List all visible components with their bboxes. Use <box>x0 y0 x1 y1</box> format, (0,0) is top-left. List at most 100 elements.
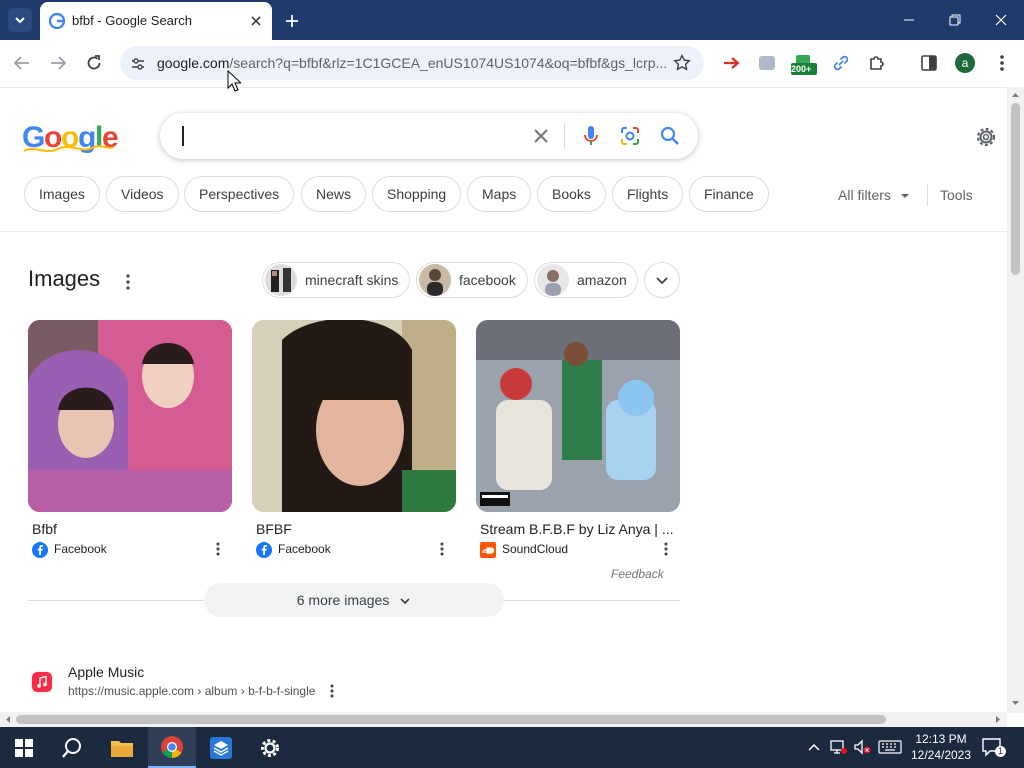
image-result-3-menu-icon[interactable] <box>658 541 674 557</box>
extension-arrow-icon[interactable] <box>722 54 742 72</box>
site-info-icon[interactable] <box>130 56 146 72</box>
side-panel-icon[interactable] <box>920 54 938 72</box>
settings-gear-icon[interactable] <box>974 125 998 149</box>
scroll-right-arrow-icon[interactable] <box>994 715 1002 724</box>
close-window-button[interactable] <box>978 0 1024 40</box>
image-result-1-title[interactable]: Bfbf <box>32 521 232 537</box>
new-tab-icon[interactable] <box>283 12 301 30</box>
app-taskbar-button[interactable] <box>197 727 245 768</box>
back-arrow-icon[interactable] <box>13 54 31 72</box>
scroll-left-arrow-icon[interactable] <box>4 715 12 724</box>
filter-chip-shopping[interactable]: Shopping <box>372 176 462 212</box>
filter-chip-perspectives[interactable]: Perspectives <box>184 176 295 212</box>
tab-bar: bfbf - Google Search <box>0 0 1024 40</box>
image-result-2-title[interactable]: BFBF <box>256 521 456 537</box>
feedback-link[interactable]: Feedback <box>611 567 664 581</box>
keyboard-icon[interactable] <box>878 740 902 754</box>
restore-icon <box>949 14 961 26</box>
filter-chip-finance[interactable]: Finance <box>689 176 769 212</box>
result-site-name[interactable]: Apple Music <box>68 664 144 680</box>
url-text[interactable]: google.com/search?q=bfbf&rlz=1C1GCEA_enU… <box>157 55 667 71</box>
network-icon[interactable] <box>830 739 848 755</box>
tab-active[interactable]: bfbf - Google Search <box>40 2 272 40</box>
image-result-2-menu-icon[interactable] <box>434 541 450 557</box>
restore-button[interactable] <box>932 0 978 40</box>
tools-button[interactable]: Tools <box>940 187 973 203</box>
expand-suggestions-button[interactable] <box>644 262 680 298</box>
suggestion-chip-facebook[interactable]: facebook <box>416 262 528 298</box>
result-cite-url[interactable]: https://music.apple.com › album › b-f-b-… <box>68 684 315 698</box>
chevron-down-icon <box>400 598 410 605</box>
person-thumbnail-icon <box>545 270 561 296</box>
vertical-scrollbar[interactable] <box>1007 87 1024 713</box>
scroll-up-arrow-icon[interactable] <box>1011 91 1020 99</box>
filter-chip-flights[interactable]: Flights <box>612 176 684 212</box>
taskbar-search-button[interactable] <box>48 727 96 768</box>
extension-dark-icon[interactable] <box>756 53 778 73</box>
address-bar[interactable]: google.com/search?q=bfbf&rlz=1C1GCEA_enU… <box>120 46 704 80</box>
navigation-bar: google.com/search?q=bfbf&rlz=1C1GCEA_enU… <box>0 40 1024 88</box>
tab-title: bfbf - Google Search <box>72 13 192 28</box>
clear-search-icon[interactable] <box>532 127 550 145</box>
filter-chip-maps[interactable]: Maps <box>467 176 532 212</box>
file-explorer-button[interactable] <box>98 727 146 768</box>
horizontal-scroll-thumb[interactable] <box>16 715 886 724</box>
action-center-button[interactable]: 1 <box>982 737 1006 757</box>
more-images-button[interactable]: 6 more images <box>204 583 504 617</box>
minimize-icon <box>904 19 914 21</box>
suggestion-chip-amazon[interactable]: amazon <box>534 262 638 298</box>
search-icon[interactable] <box>660 126 680 146</box>
extension-badge-button[interactable]: 200+ <box>790 53 818 77</box>
folder-icon <box>111 740 133 757</box>
profile-avatar[interactable]: a <box>955 53 975 73</box>
suggestion-chip-minecraft[interactable]: minecraft skins <box>262 262 410 298</box>
filter-chip-images[interactable]: Images <box>24 176 100 212</box>
image-result-1-source[interactable]: Facebook <box>54 542 107 556</box>
chevron-down-icon <box>15 17 25 24</box>
chrome-icon <box>161 735 183 758</box>
bookmark-star-icon[interactable] <box>673 54 691 72</box>
filter-chip-books[interactable]: Books <box>537 176 606 212</box>
show-hidden-icons-chevron-icon[interactable] <box>807 741 821 753</box>
notification-count-badge: 1 <box>995 746 1006 757</box>
image-result-1-menu-icon[interactable] <box>210 541 226 557</box>
images-more-options-icon[interactable] <box>120 273 136 291</box>
volume-muted-icon[interactable] <box>854 739 872 755</box>
chrome-taskbar-button[interactable] <box>148 727 196 768</box>
image-result-3[interactable] <box>476 320 680 512</box>
voice-search-mic-icon[interactable] <box>581 125 601 147</box>
start-button[interactable] <box>0 727 48 768</box>
apple-music-favicon <box>30 670 54 694</box>
image-result-2[interactable] <box>252 320 456 512</box>
all-filters-button[interactable]: All filters <box>838 187 909 203</box>
link-icon[interactable] <box>831 53 851 73</box>
settings-taskbar-button[interactable] <box>246 727 294 768</box>
minimize-button[interactable] <box>886 0 932 40</box>
extensions-puzzle-icon[interactable] <box>867 53 887 73</box>
tab-close-icon[interactable] <box>248 13 264 29</box>
filter-chip-videos[interactable]: Videos <box>106 176 179 212</box>
google-logo[interactable]: G o o g l e <box>22 118 118 156</box>
filter-chip-news[interactable]: News <box>301 176 367 212</box>
image-result-3-title[interactable]: Stream B.F.B.F by Liz Anya | ... <box>480 521 680 537</box>
forward-arrow-icon[interactable] <box>49 54 67 72</box>
google-lens-camera-icon[interactable] <box>620 126 640 146</box>
clock-time: 12:13 PM <box>915 732 967 746</box>
image-result-3-source[interactable]: SoundCloud <box>502 542 568 556</box>
image-result-1[interactable] <box>28 320 232 512</box>
url-path: /search?q=bfbf&rlz=1C1GCEA_enUS1074US107… <box>229 55 667 71</box>
vertical-scroll-thumb[interactable] <box>1011 103 1020 275</box>
horizontal-scrollbar[interactable] <box>0 712 1007 727</box>
search-box[interactable] <box>160 113 698 159</box>
image-result-2-source[interactable]: Facebook <box>278 542 331 556</box>
reload-icon[interactable] <box>85 54 103 72</box>
tab-search-button[interactable] <box>8 8 32 32</box>
menu-kebab-icon[interactable] <box>993 53 1011 73</box>
system-clock[interactable]: 12:13 PM 12/24/2023 <box>906 731 976 763</box>
settings-gear-icon <box>261 738 279 757</box>
suggestion-thumb <box>419 264 451 296</box>
result-menu-icon[interactable] <box>324 683 340 699</box>
images-heading: Images <box>28 266 101 291</box>
url-host: google.com <box>157 55 230 71</box>
scroll-down-arrow-icon[interactable] <box>1011 699 1020 707</box>
